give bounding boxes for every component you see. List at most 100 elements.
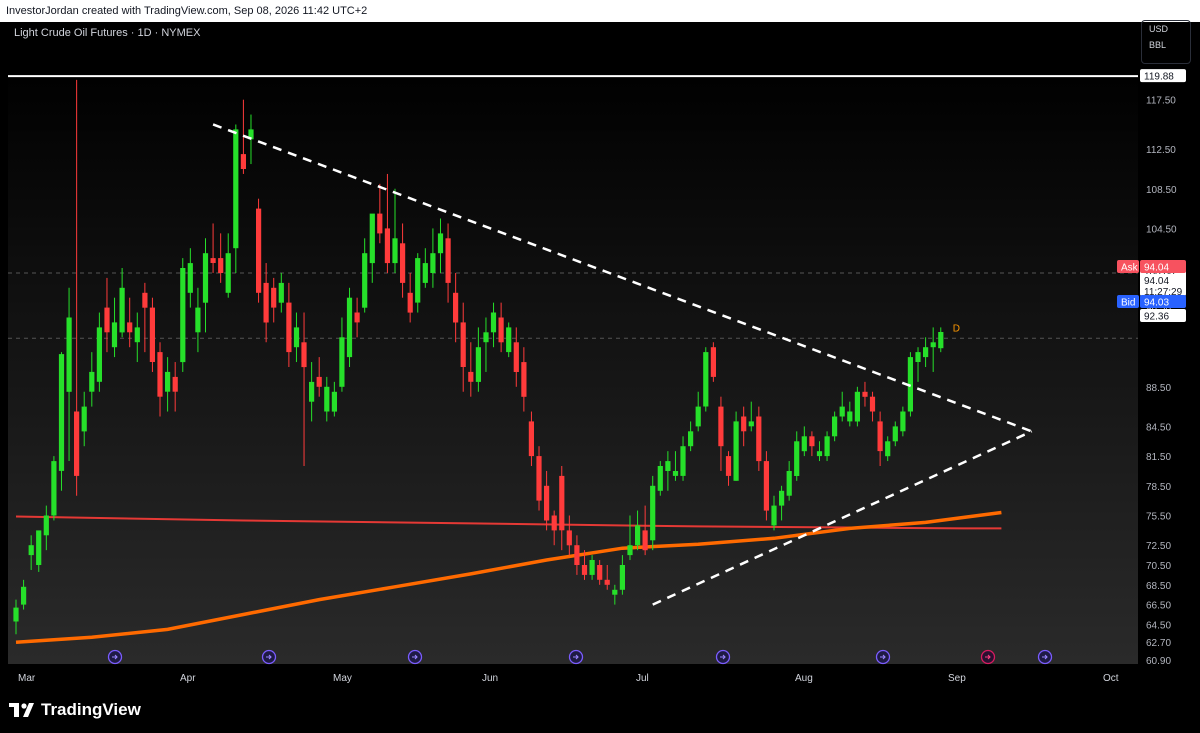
candle-body: [741, 416, 747, 432]
unit-box[interactable]: USD BBL: [1141, 20, 1191, 64]
candle-body: [824, 436, 830, 457]
candle-body: [293, 327, 300, 348]
candle-body: [710, 347, 716, 377]
candle-body: [28, 545, 34, 556]
candle-body: [58, 354, 65, 471]
candle-body: [157, 352, 163, 397]
candle-body: [392, 238, 398, 264]
candle-body: [703, 352, 709, 407]
candle-body: [528, 421, 534, 457]
candle-body: [453, 292, 459, 323]
price-tick-label: 75.50: [1146, 512, 1171, 523]
time-tick-label: Aug: [795, 673, 813, 684]
candle-body: [733, 421, 739, 481]
time-tick-label: Oct: [1103, 673, 1119, 684]
candle-body: [900, 411, 906, 432]
candle-body: [66, 317, 72, 392]
candle-body: [195, 307, 201, 333]
candle-body: [286, 302, 292, 353]
candle-body: [422, 263, 428, 283]
candle-body: [513, 342, 519, 372]
candle-body: [460, 322, 466, 367]
candle-body: [536, 456, 542, 501]
candle-body: [445, 238, 451, 283]
price-tick-label: 81.50: [1146, 452, 1171, 463]
candle-body: [635, 525, 641, 546]
price-tick-label: 108.50: [1146, 185, 1177, 196]
candle-body: [21, 586, 27, 605]
candle-body: [718, 406, 724, 447]
candle-body: [89, 371, 95, 392]
candle-body: [650, 485, 656, 541]
candle-body: [559, 475, 565, 531]
candle-body: [165, 371, 171, 392]
candle-body: [400, 243, 406, 283]
candle-body: [756, 416, 762, 462]
candle-body: [263, 282, 269, 323]
tradingview-brand[interactable]: TradingView: [9, 700, 141, 720]
candle-body: [96, 327, 102, 382]
candle-body: [763, 461, 769, 511]
candle-body: [597, 565, 603, 580]
footer-bar: [0, 688, 1200, 733]
candle-body: [642, 530, 648, 551]
candle-body: [589, 560, 595, 575]
price-tick-label: 70.50: [1146, 561, 1171, 572]
candle-body: [142, 292, 148, 308]
candle-body: [127, 322, 133, 333]
candle-body: [612, 589, 618, 595]
candle-body: [869, 396, 876, 412]
candle-body: [885, 441, 891, 457]
candle-body: [521, 362, 527, 397]
last-price-label: 94.04: [1144, 276, 1169, 287]
candle-body: [187, 263, 193, 293]
candle-body: [225, 253, 231, 293]
candle-body: [695, 406, 701, 427]
candle-body: [81, 406, 87, 432]
candle-body: [339, 337, 345, 387]
price-tick-label: 104.50: [1146, 224, 1177, 235]
candle-body: [51, 461, 57, 516]
candle-body: [74, 411, 80, 476]
candle-body: [278, 282, 284, 303]
candle-body: [407, 292, 413, 313]
time-tick-label: Mar: [18, 673, 36, 684]
candle-body: [809, 436, 815, 447]
candle-body: [240, 154, 246, 169]
price-tick-label: 78.50: [1146, 482, 1171, 493]
candle-body: [930, 342, 936, 348]
candle-body: [331, 391, 337, 412]
candle-body: [13, 607, 19, 622]
ask-tag: Ask: [1121, 263, 1139, 274]
candle-body: [748, 421, 754, 427]
price-tick-label: 117.50: [1146, 96, 1176, 107]
candle-body: [490, 312, 497, 333]
candle-body: [672, 471, 679, 476]
candle-body: [256, 208, 262, 293]
candle-body: [498, 317, 504, 343]
candle-body: [483, 332, 489, 343]
candlestick-chart[interactable]: D117.50112.50108.50104.50100.0096.5088.5…: [0, 0, 1200, 733]
candle-body: [415, 258, 421, 303]
candle-body: [301, 342, 307, 368]
candle-body: [832, 416, 838, 437]
candle-body: [771, 505, 777, 526]
price-tick-label: 72.50: [1146, 541, 1171, 552]
brand-name: TradingView: [41, 700, 141, 719]
price-tick-label: 112.50: [1146, 145, 1176, 156]
candle-body: [172, 376, 178, 392]
candle-body: [202, 253, 209, 303]
candle-body: [574, 545, 580, 565]
candle-body: [725, 456, 732, 476]
candle-body: [786, 471, 792, 496]
candle-body: [854, 391, 860, 422]
time-tick-label: Jul: [636, 673, 649, 684]
candle-body: [657, 466, 663, 491]
candle-body: [316, 376, 322, 387]
candle-body: [362, 253, 368, 308]
candle-body: [369, 213, 375, 264]
symbol-legend[interactable]: Light Crude Oil Futures · 1D · NYMEX: [14, 27, 200, 39]
candle-body: [794, 441, 800, 476]
candle-body: [923, 347, 929, 358]
candle-body: [134, 327, 140, 343]
